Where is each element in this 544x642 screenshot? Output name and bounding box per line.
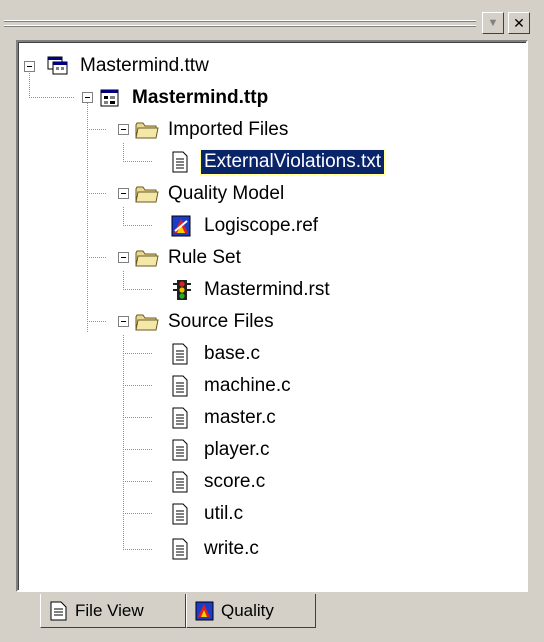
collapse-toggle-project[interactable]: [82, 92, 93, 103]
tree-node-source-file[interactable]: machine.c: [171, 371, 294, 401]
tree-node-source-file[interactable]: score.c: [171, 467, 268, 497]
tree-connector: [87, 129, 107, 130]
quality-icon: [195, 601, 215, 621]
tree-node-quality-model[interactable]: Quality Model: [135, 179, 287, 209]
tab-quality[interactable]: Quality: [186, 594, 316, 628]
tree-node-label: Mastermind.ttp: [132, 87, 269, 108]
tree-connector: [123, 513, 153, 514]
collapse-toggle-rule-set[interactable]: [118, 252, 129, 263]
tree-connector: [123, 385, 153, 386]
text-file-icon: [171, 471, 193, 493]
tree-connector: [87, 257, 107, 258]
tree-connector: [123, 481, 153, 482]
tree-node-externalviolations[interactable]: ExternalViolations.txt: [171, 147, 386, 177]
tree-node-imported-files[interactable]: Imported Files: [135, 115, 291, 145]
tree-connector: [123, 207, 124, 225]
collapse-toggle-root[interactable]: [24, 61, 35, 72]
tree-node-label: write.c: [204, 538, 259, 559]
tree-node-label: Logiscope.ref: [204, 215, 319, 236]
tree-connector: [123, 335, 124, 549]
close-icon: ✕: [513, 15, 525, 31]
tree-node-label: Source Files: [168, 311, 274, 332]
tree-node-label: Mastermind.ttw: [80, 55, 209, 76]
panel-menu-button[interactable]: ▼: [482, 12, 504, 34]
tree-node-label: util.c: [204, 503, 244, 524]
tree-node-label: Mastermind.rst: [204, 279, 330, 300]
gripper-line: [4, 26, 476, 27]
tree-connector: [29, 97, 75, 98]
folder-icon: [135, 119, 159, 141]
text-file-icon: [171, 503, 193, 525]
tree-node-mastermind-rst[interactable]: Mastermind.rst: [171, 275, 333, 305]
collapse-toggle-quality-model[interactable]: [118, 188, 129, 199]
tree-connector: [123, 417, 153, 418]
tree-node-source-file[interactable]: base.c: [171, 339, 263, 369]
tree-connector: [123, 449, 153, 450]
tree-node-label: machine.c: [204, 375, 291, 396]
text-file-icon: [171, 439, 193, 461]
tree-connector: [87, 193, 107, 194]
collapse-toggle-imported-files[interactable]: [118, 124, 129, 135]
tree-node-label: score.c: [204, 471, 266, 492]
tab-label: File View: [75, 600, 144, 620]
text-file-icon: [171, 407, 193, 429]
tree-connector: [123, 225, 153, 226]
project-icon: [99, 87, 121, 109]
tree-node-source-file[interactable]: player.c: [171, 435, 272, 465]
chevron-down-icon: ▼: [487, 16, 499, 29]
tree-node-source-file[interactable]: util.c: [171, 499, 246, 529]
tree-node-project[interactable]: Mastermind.ttp: [99, 83, 271, 113]
close-button[interactable]: ✕: [508, 12, 530, 34]
folder-icon: [135, 247, 159, 269]
panel-gripper[interactable]: ▼ ✕: [0, 0, 544, 40]
tree-connector: [123, 161, 153, 162]
folder-icon: [135, 183, 159, 205]
folder-icon: [135, 311, 159, 333]
collapse-toggle-source-files[interactable]: [118, 316, 129, 327]
tree-connector: [123, 549, 153, 550]
tree-node-logiscope-ref[interactable]: Logiscope.ref: [171, 211, 321, 241]
text-file-icon: [171, 151, 193, 173]
tree-node-source-file[interactable]: write.c: [171, 534, 262, 564]
tree-node-label: Quality Model: [168, 183, 285, 204]
tree-connector: [87, 321, 107, 322]
tree-node-label: Imported Files: [168, 119, 289, 140]
gripper-line: [4, 21, 476, 22]
traffic-light-icon: [171, 279, 193, 301]
tree-node-label: base.c: [204, 343, 260, 364]
workspace-tree[interactable]: Mastermind.ttw Mastermind.ttp Imported F…: [16, 40, 528, 592]
tree-connector: [123, 289, 153, 290]
file-view-icon: [49, 601, 69, 621]
quality-model-icon: [171, 215, 193, 237]
tree-node-rule-set[interactable]: Rule Set: [135, 243, 244, 273]
tree-connector: [87, 101, 88, 333]
tree-node-source-file[interactable]: master.c: [171, 403, 279, 433]
tree-node-workspace[interactable]: Mastermind.ttw: [47, 51, 212, 81]
view-tabs: File View Quality: [0, 592, 544, 642]
tab-label: Quality: [221, 600, 274, 620]
tree-node-label: ExternalViolations.txt: [199, 149, 386, 175]
tree-area: Mastermind.ttw Mastermind.ttp Imported F…: [18, 42, 526, 590]
text-file-icon: [171, 375, 193, 397]
tree-node-label: master.c: [204, 407, 276, 428]
tree-connector: [123, 143, 124, 161]
tree-node-label: player.c: [204, 439, 270, 460]
tree-connector: [123, 271, 124, 289]
tree-node-label: Rule Set: [168, 247, 241, 268]
tree-connector: [123, 353, 153, 354]
tree-node-source-files[interactable]: Source Files: [135, 307, 277, 337]
text-file-icon: [171, 343, 193, 365]
workspace-icon: [47, 55, 69, 77]
tab-file-view[interactable]: File View: [40, 594, 186, 628]
text-file-icon: [171, 538, 193, 560]
